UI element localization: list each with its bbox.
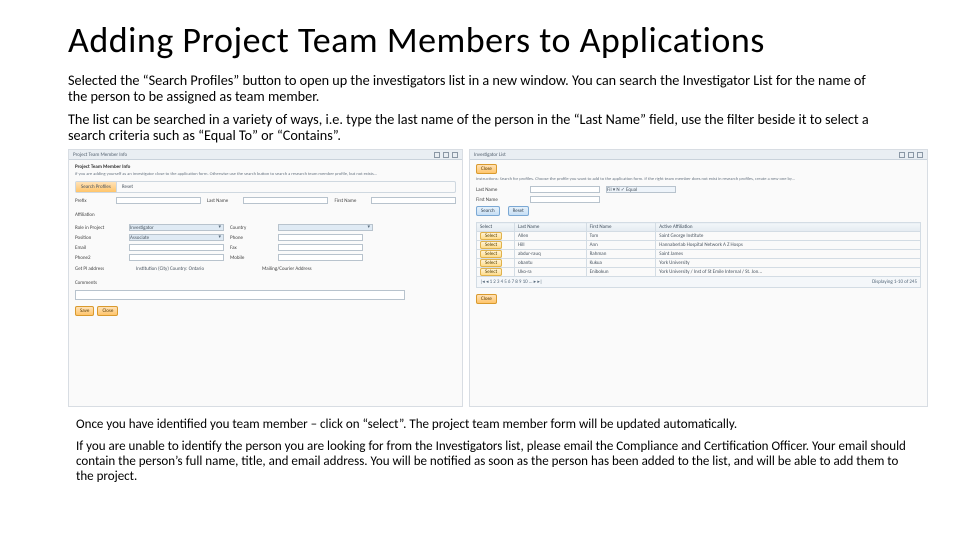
select-row-button[interactable]: Select bbox=[480, 259, 502, 267]
window-title-left: Project Team Member Info bbox=[73, 152, 127, 158]
window-titlebar-left: Project Team Member Info bbox=[69, 150, 462, 160]
pager-nav[interactable]: |◂ ◂ 1 2 3 4 5 6 7 8 9 10 ... ▸ ▸| bbox=[480, 279, 542, 285]
form-header: Project Team Member Info bbox=[75, 164, 456, 170]
position-label: Position bbox=[75, 235, 123, 241]
cell-lastname: Uko-ra bbox=[515, 268, 587, 277]
intro-para-2: The list can be searched in a variety of… bbox=[68, 111, 888, 144]
col-select[interactable]: Select bbox=[477, 223, 515, 232]
role-select[interactable]: Investigator bbox=[129, 224, 224, 231]
search-firstname-input[interactable] bbox=[530, 196, 600, 203]
col-affiliation[interactable]: Active Affiliation bbox=[656, 223, 921, 232]
cell-lastname: obantu bbox=[515, 259, 587, 268]
select-row-button[interactable]: Select bbox=[480, 268, 502, 276]
firstname-input[interactable] bbox=[371, 197, 456, 204]
window-controls-icon[interactable] bbox=[899, 152, 923, 158]
screenshot-row: Project Team Member Info Project Team Me… bbox=[68, 149, 928, 407]
prefix-label: Prefix bbox=[75, 198, 110, 204]
prefix-input[interactable] bbox=[116, 197, 201, 204]
cell-affiliation: Saint James bbox=[656, 250, 921, 259]
lastname-label: Last Name bbox=[207, 198, 238, 204]
screenshot-team-member-form: Project Team Member Info Project Team Me… bbox=[68, 149, 463, 407]
window-controls-icon[interactable] bbox=[434, 152, 458, 158]
mailing-address-label: Mailing/Courier Address bbox=[262, 266, 342, 272]
pager-info: Displaying 1-10 of 245 bbox=[872, 279, 917, 285]
reset-button[interactable]: Reset bbox=[508, 206, 529, 216]
pager: |◂ ◂ 1 2 3 4 5 6 7 8 9 10 ... ▸ ▸| Displ… bbox=[476, 277, 921, 288]
col-firstname[interactable]: First Name bbox=[586, 223, 656, 232]
country-select[interactable] bbox=[278, 224, 373, 231]
close-button-top[interactable]: Close bbox=[476, 164, 497, 174]
position-select[interactable]: Associate bbox=[129, 234, 224, 241]
form-instructions: If you are adding yourself as an Investi… bbox=[75, 172, 456, 178]
mobile-input[interactable] bbox=[278, 254, 363, 261]
primary-address-label: Get PI address bbox=[75, 266, 130, 272]
table-row: Select obantu Kukua York University bbox=[477, 259, 921, 268]
select-row-button[interactable]: Select bbox=[480, 250, 502, 258]
cell-lastname: abdur-rauq bbox=[515, 250, 587, 259]
table-row: Select Allen Tom Saint George Institute bbox=[477, 232, 921, 241]
affiliation-label: Affiliation bbox=[75, 212, 123, 218]
firstname-label: First Name bbox=[334, 198, 365, 204]
cell-affiliation: Hannaberlab Hospital Network A Z Hosps bbox=[656, 241, 921, 250]
form-tabbar: Search Profiles Reset bbox=[75, 181, 456, 193]
cell-affiliation: York University bbox=[656, 259, 921, 268]
cell-affiliation: Saint George Institute bbox=[656, 232, 921, 241]
window-title-right: Investigator List bbox=[474, 152, 506, 158]
close-button[interactable]: Close bbox=[97, 306, 118, 316]
footer-para-2: If you are unable to identify the person… bbox=[68, 439, 908, 485]
table-row: Select Uko-ra Enibokun York University /… bbox=[477, 268, 921, 277]
table-header-row: Select Last Name First Name Active Affil… bbox=[477, 223, 921, 232]
window-titlebar-right: Investigator List bbox=[470, 150, 927, 160]
reset-tab[interactable]: Reset bbox=[117, 182, 138, 192]
table-row: Select abdur-rauq Rahman Saint James bbox=[477, 250, 921, 259]
footer-para-1: Once you have identified you team member… bbox=[68, 417, 908, 432]
comments-input[interactable] bbox=[75, 290, 405, 300]
search-button[interactable]: Search bbox=[476, 206, 500, 216]
cell-lastname: Allen bbox=[515, 232, 587, 241]
cell-firstname: Tom bbox=[586, 232, 656, 241]
role-label: Role in Project bbox=[75, 225, 123, 231]
intro-para-1: Selected the “Search Profiles” button to… bbox=[68, 72, 888, 105]
phone-label: Phone bbox=[230, 235, 272, 241]
fax-input[interactable] bbox=[278, 244, 363, 251]
page-title: Adding Project Team Members to Applicati… bbox=[68, 18, 928, 62]
cell-affiliation: York University / Inst of St Emile Inter… bbox=[656, 268, 921, 277]
list-instructions: Instructions: Search for profiles. Choos… bbox=[476, 177, 921, 183]
phone2-input[interactable] bbox=[129, 254, 224, 261]
email-label: Email bbox=[75, 245, 123, 251]
mobile-label: Mobile bbox=[230, 255, 272, 261]
screenshot-investigator-list: Investigator List Close Instructions: Se… bbox=[469, 149, 928, 407]
search-firstname-label: First Name bbox=[476, 197, 524, 203]
comments-label: Comments bbox=[75, 280, 123, 286]
cell-lastname: Hill bbox=[515, 241, 587, 250]
phone2-label: Phone2 bbox=[75, 255, 123, 261]
email-input[interactable] bbox=[129, 244, 224, 251]
cell-firstname: Rahman bbox=[586, 250, 656, 259]
results-table: Select Last Name First Name Active Affil… bbox=[476, 222, 921, 277]
cell-firstname: Enibokun bbox=[586, 268, 656, 277]
select-row-button[interactable]: Select bbox=[480, 232, 502, 240]
search-lastname-input[interactable] bbox=[530, 186, 600, 193]
search-filter-select[interactable]: Fil ▾ N ✓ Equal bbox=[606, 186, 676, 193]
lastname-input[interactable] bbox=[243, 197, 328, 204]
search-lastname-label: Last Name bbox=[476, 187, 524, 193]
cell-firstname: Kukua bbox=[586, 259, 656, 268]
col-lastname[interactable]: Last Name bbox=[515, 223, 587, 232]
close-button-bottom[interactable]: Close bbox=[476, 294, 497, 304]
save-button[interactable]: Save bbox=[75, 306, 94, 316]
table-row: Select Hill Ann Hannaberlab Hospital Net… bbox=[477, 241, 921, 250]
cell-firstname: Ann bbox=[586, 241, 656, 250]
fax-label: Fax bbox=[230, 245, 272, 251]
country-label: Country bbox=[230, 225, 272, 231]
select-row-button[interactable]: Select bbox=[480, 241, 502, 249]
institution-text: Institution (City) Country: Ontario bbox=[136, 266, 256, 272]
search-profiles-tab[interactable]: Search Profiles bbox=[76, 182, 117, 192]
phone-input[interactable] bbox=[278, 234, 363, 241]
